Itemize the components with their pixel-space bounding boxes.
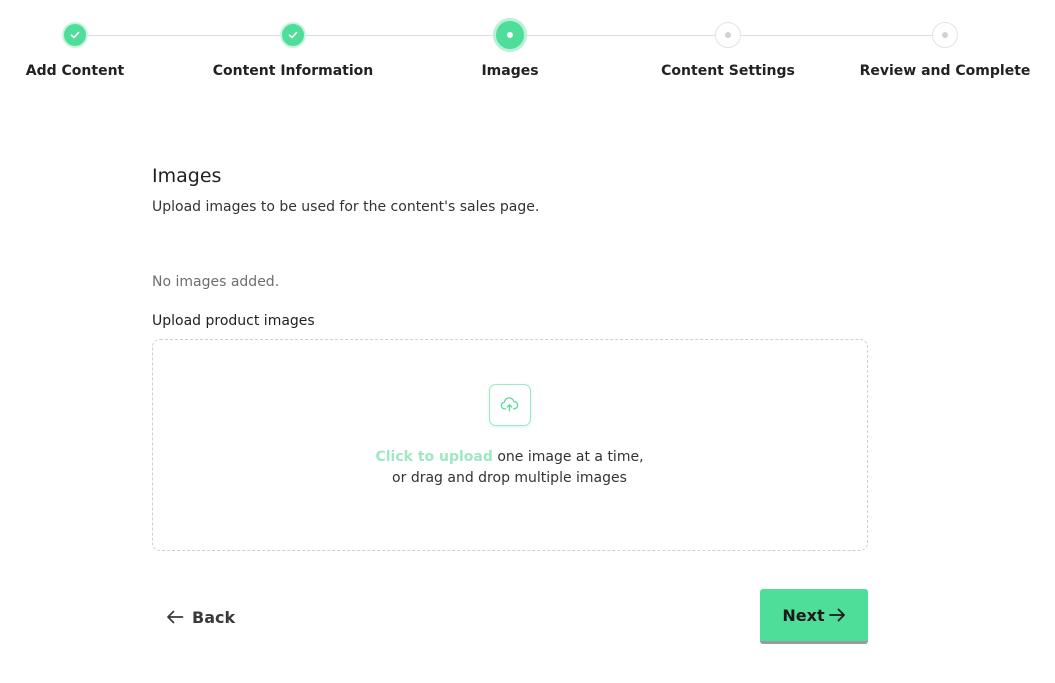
checkmark-icon — [288, 31, 298, 39]
progress-stepper: Add Content Content Information Images C… — [0, 18, 1055, 89]
step-images[interactable]: Images — [420, 18, 600, 79]
step-review-and-complete[interactable]: Review and Complete — [855, 19, 1035, 79]
dropzone-text-line2: or drag and drop multiple images — [392, 470, 627, 486]
step-content-settings[interactable]: Content Settings — [638, 19, 818, 79]
step-label: Images — [481, 63, 539, 79]
dot-icon — [725, 32, 731, 38]
page: Add Content Content Information Images C… — [0, 0, 1055, 683]
step-content-information[interactable]: Content Information — [203, 19, 383, 79]
step-completed-indicator — [280, 22, 306, 48]
step-label: Content Settings — [661, 63, 795, 79]
cloud-upload-icon — [500, 397, 519, 412]
step-add-content[interactable]: Add Content — [0, 19, 165, 79]
upload-field-label: Upload product images — [152, 313, 315, 329]
no-images-message: No images added. — [152, 274, 280, 290]
arrow-right-icon — [828, 608, 845, 622]
dropzone-text-line1: one image at a time, — [492, 449, 644, 465]
arrow-left-icon — [167, 610, 184, 624]
step-label: Content Information — [212, 63, 374, 79]
step-label: Review and Complete — [859, 63, 1031, 79]
step-label: Add Content — [25, 63, 125, 79]
back-button-label: Back — [192, 607, 236, 627]
next-button[interactable]: Next — [760, 589, 868, 644]
step-upcoming-indicator — [715, 22, 741, 48]
section-title: Images — [152, 165, 222, 187]
image-dropzone[interactable]: Click to upload one image at a time, or … — [152, 339, 868, 551]
section-description: Upload images to be used for the content… — [152, 199, 540, 215]
back-button[interactable]: Back — [166, 603, 235, 631]
step-completed-indicator — [62, 22, 88, 48]
upload-icon-container[interactable] — [489, 384, 531, 426]
dot-icon — [507, 32, 513, 38]
step-upcoming-indicator — [932, 22, 958, 48]
next-button-label: Next — [782, 605, 825, 625]
click-to-upload-link[interactable]: Click to upload — [375, 449, 492, 465]
dropzone-instructions: Click to upload one image at a time, or … — [153, 447, 866, 489]
step-current-indicator — [493, 18, 527, 52]
checkmark-icon — [70, 31, 80, 39]
dot-icon — [942, 32, 948, 38]
